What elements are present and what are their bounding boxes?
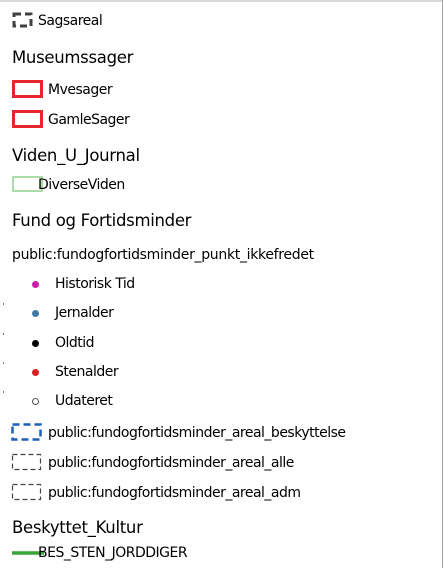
legend-label-diverseviden: DiverseViden — [38, 177, 125, 193]
legend-label-areal-adm: public:fundogfortidsminder_areal_adm — [48, 485, 301, 501]
grey-dashed-square-icon — [11, 483, 42, 501]
red-square-icon — [12, 80, 43, 98]
group-heading-museumssager[interactable]: Museumssager — [12, 48, 133, 68]
legend-label-stenalder: Stenalder — [55, 364, 119, 380]
top-border — [0, 0, 443, 2]
group-heading-fund[interactable]: Fund og Fortidsminder — [12, 211, 191, 231]
tree-tick — [3, 333, 4, 335]
red-dot-icon — [32, 369, 39, 376]
legend-label-sten-jorddiger: BES_STEN_JORDDIGER — [38, 545, 188, 561]
legend-label-areal-alle: public:fundogfortidsminder_areal_alle — [48, 455, 294, 471]
black-dot-icon — [32, 340, 39, 347]
dashed-square-icon — [12, 12, 33, 28]
tree-tick — [3, 391, 4, 393]
tree-tick — [3, 362, 4, 364]
magenta-dot-icon — [32, 281, 39, 288]
blue-dot-icon — [32, 310, 39, 317]
blue-dashed-square-icon — [11, 423, 42, 441]
legend-label-areal-beskyttelse: public:fundogfortidsminder_areal_beskytt… — [48, 425, 346, 441]
hollow-dot-icon — [32, 398, 39, 405]
grey-dashed-square-icon — [11, 453, 42, 471]
legend-label-jernalder: Jernalder — [55, 305, 114, 321]
legend-label-udateret: Udateret — [55, 393, 113, 409]
legend-label-oldtid: Oldtid — [55, 335, 95, 351]
legend-label-sagsareal: Sagsareal — [38, 13, 103, 29]
group-heading-beskyttet[interactable]: Beskyttet_Kultur — [12, 518, 143, 538]
legend-label-gamlesager: GamleSager — [48, 112, 130, 128]
legend-label-historisk-tid: Historisk Tid — [55, 276, 135, 292]
legend-label-mvesager: Mvesager — [48, 82, 113, 98]
red-square-icon — [12, 110, 43, 128]
group-heading-viden[interactable]: Viden_U_Journal — [12, 146, 140, 166]
sublayer-heading-punkt[interactable]: public:fundogfortidsminder_punkt_ikkefre… — [12, 246, 314, 264]
tree-tick — [3, 303, 4, 305]
